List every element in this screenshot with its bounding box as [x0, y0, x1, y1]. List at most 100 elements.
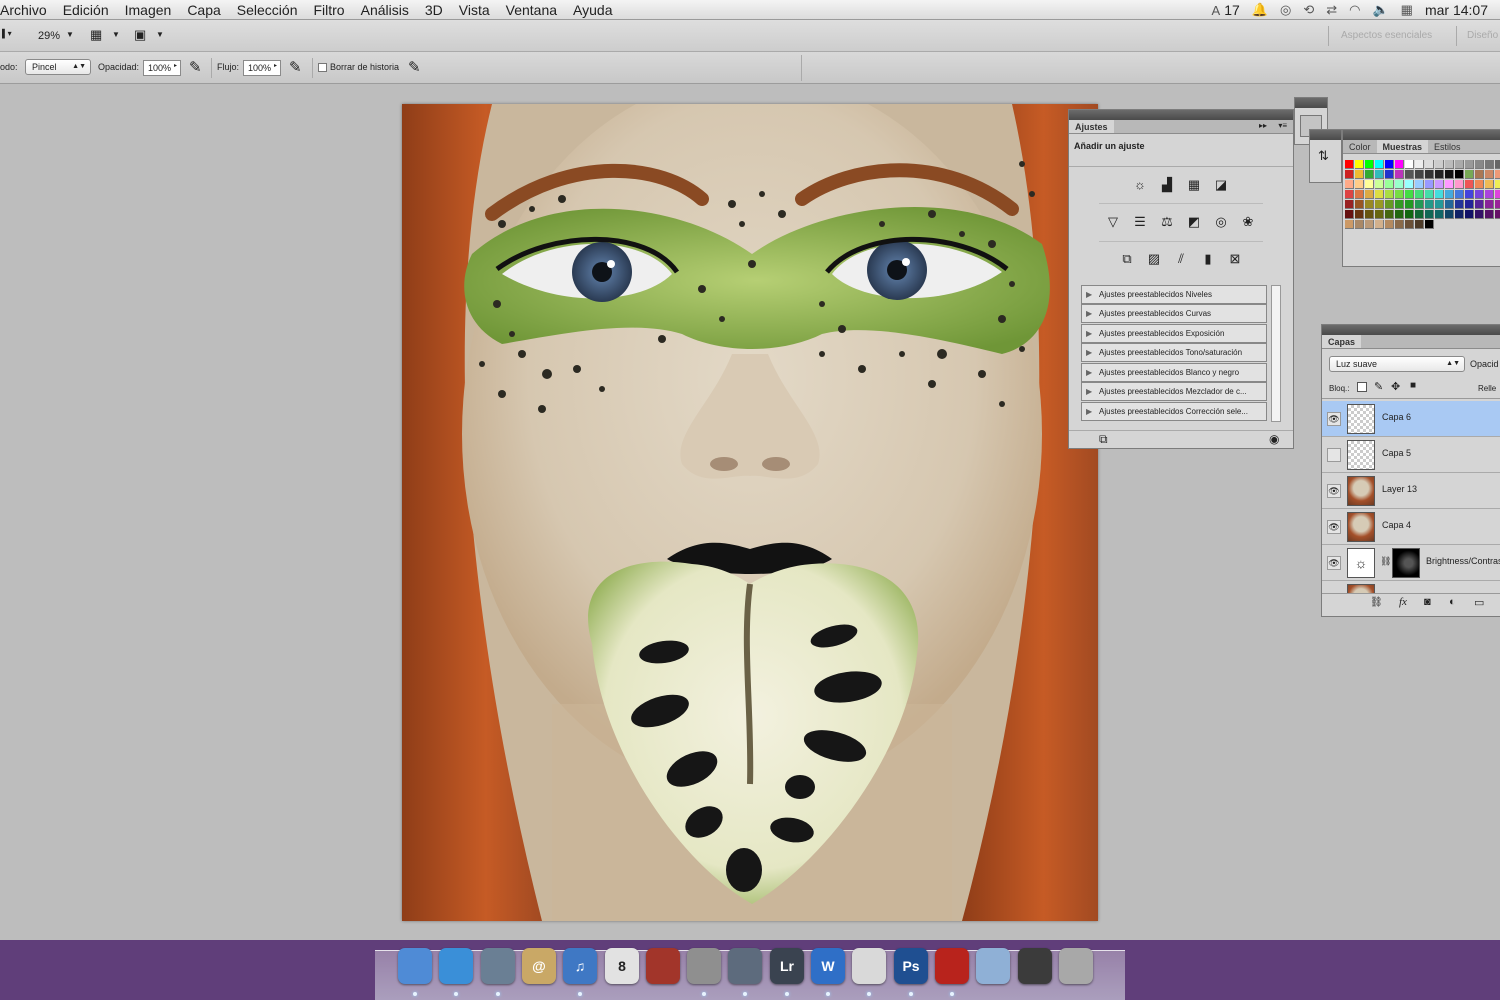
color-swatch[interactable] — [1365, 170, 1374, 179]
color-swatch[interactable] — [1475, 160, 1484, 169]
menu-seleccion[interactable]: Selección — [229, 0, 306, 20]
color-swatch[interactable] — [1385, 200, 1394, 209]
color-swatch[interactable] — [1415, 160, 1424, 169]
color-swatch[interactable] — [1375, 170, 1384, 179]
dock-photoshop-icon[interactable]: Ps — [894, 948, 928, 984]
dock-finder-icon[interactable] — [398, 948, 432, 984]
color-swatch[interactable] — [1365, 210, 1374, 219]
dock-calendar-icon[interactable]: 8 — [605, 948, 639, 984]
color-swatch[interactable] — [1385, 190, 1394, 199]
color-swatch[interactable] — [1445, 170, 1454, 179]
adjustment-mask-icon[interactable]: ◉ — [1269, 432, 1279, 446]
color-swatch[interactable] — [1475, 170, 1484, 179]
menu-analisis[interactable]: Análisis — [353, 0, 417, 20]
eye-icon[interactable]: 👁 — [1327, 484, 1341, 498]
color-swatch[interactable] — [1375, 200, 1384, 209]
color-swatch[interactable] — [1425, 210, 1434, 219]
color-swatch[interactable] — [1385, 170, 1394, 179]
selective-color-icon[interactable]: ⊠ — [1225, 250, 1245, 268]
color-swatch[interactable] — [1455, 190, 1464, 199]
tab-ajustes[interactable]: Ajustes — [1069, 120, 1114, 133]
color-swatch[interactable] — [1445, 180, 1454, 189]
color-swatch[interactable] — [1375, 160, 1384, 169]
tablet-pressure-opacity-icon[interactable]: ✎ — [189, 58, 202, 76]
color-swatch[interactable] — [1475, 190, 1484, 199]
color-swatch[interactable] — [1485, 180, 1494, 189]
color-swatch[interactable] — [1365, 200, 1374, 209]
color-swatch[interactable] — [1435, 170, 1444, 179]
threshold-icon[interactable]: ⫽ — [1171, 250, 1191, 268]
airbrush-icon[interactable]: ✎ — [289, 58, 302, 76]
dock-preview-icon[interactable] — [1018, 948, 1052, 984]
color-swatch[interactable] — [1495, 170, 1500, 179]
menu-ayuda[interactable]: Ayuda — [565, 0, 620, 20]
photo-filter-icon[interactable]: ◎ — [1211, 213, 1231, 231]
arrange-documents-icon[interactable]: ▦ — [90, 27, 102, 43]
gradient-map-icon[interactable]: ▮ — [1198, 250, 1218, 268]
color-swatch[interactable] — [1415, 170, 1424, 179]
layer-row[interactable]: 👁 Layer 13 — [1322, 473, 1500, 509]
dock-safari-icon[interactable] — [439, 948, 473, 984]
color-swatch[interactable] — [1465, 180, 1474, 189]
color-swatch[interactable] — [1395, 190, 1404, 199]
creative-cloud-icon[interactable]: ◎ — [1280, 2, 1291, 18]
color-swatch[interactable] — [1465, 160, 1474, 169]
color-swatch[interactable] — [1395, 180, 1404, 189]
color-swatch[interactable] — [1495, 210, 1500, 219]
preset-channel-mixer[interactable]: Ajustes preestablecidos Mezclador de c..… — [1081, 382, 1267, 401]
color-swatch[interactable] — [1355, 170, 1364, 179]
color-swatch[interactable] — [1385, 160, 1394, 169]
color-swatch[interactable] — [1405, 190, 1414, 199]
dock-chrome-icon[interactable] — [852, 948, 886, 984]
color-swatch[interactable] — [1425, 220, 1434, 229]
color-swatch[interactable] — [1495, 200, 1500, 209]
dock-iphoto-icon[interactable] — [481, 948, 515, 984]
menu-3d[interactable]: 3D — [417, 0, 451, 20]
preset-black-white[interactable]: Ajustes preestablecidos Blanco y negro — [1081, 363, 1267, 382]
dock-acrobat-icon[interactable] — [935, 948, 969, 984]
color-swatch[interactable] — [1355, 180, 1364, 189]
color-swatch[interactable] — [1345, 190, 1354, 199]
posterize-icon[interactable]: ▨ — [1144, 250, 1164, 268]
color-swatch[interactable] — [1365, 190, 1374, 199]
color-swatch[interactable] — [1455, 210, 1464, 219]
adjustments-panel-titlebar[interactable] — [1069, 110, 1293, 120]
color-swatch[interactable] — [1365, 180, 1374, 189]
workspace-design[interactable]: Diseño — [1467, 30, 1498, 41]
dock-word-icon[interactable]: W — [811, 948, 845, 984]
layer-row[interactable]: 👁 ☼ ⛓ Brightness/Contras — [1322, 545, 1500, 581]
screen-mode-icon[interactable]: ▣ — [134, 27, 146, 43]
color-balance-icon[interactable]: ⚖ — [1157, 213, 1177, 231]
menu-edicion[interactable]: Edición — [55, 0, 117, 20]
presets-scrollbar[interactable] — [1271, 285, 1281, 422]
color-swatch[interactable] — [1445, 200, 1454, 209]
arrange-dropdown-icon[interactable]: ▼ — [112, 30, 120, 39]
hue-saturation-icon[interactable]: ☰ — [1130, 213, 1150, 231]
sync-icon[interactable]: ⇄ — [1326, 2, 1337, 18]
collapsed-strip-titlebar[interactable] — [1295, 98, 1327, 108]
color-swatch[interactable] — [1455, 180, 1464, 189]
color-swatch[interactable] — [1375, 210, 1384, 219]
eye-icon[interactable]: 👁 — [1327, 556, 1341, 570]
color-swatch[interactable] — [1415, 210, 1424, 219]
color-swatch[interactable] — [1375, 220, 1384, 229]
color-swatch[interactable] — [1395, 210, 1404, 219]
color-swatch[interactable] — [1485, 170, 1494, 179]
color-swatch[interactable] — [1445, 190, 1454, 199]
tab-capas[interactable]: Capas — [1322, 335, 1362, 348]
lock-transparency-icon[interactable] — [1357, 382, 1367, 392]
panel-menu-icon[interactable]: ▾≡ — [1278, 121, 1287, 130]
dock-documents-icon[interactable] — [976, 948, 1010, 984]
color-swatch[interactable] — [1435, 210, 1444, 219]
vibrance-icon[interactable]: ▽ — [1103, 213, 1123, 231]
color-swatch[interactable] — [1495, 190, 1500, 199]
link-layers-icon[interactable]: ⛓ — [1370, 597, 1383, 608]
color-swatch[interactable] — [1405, 220, 1414, 229]
color-swatch[interactable] — [1485, 210, 1494, 219]
dock-itunes-icon[interactable]: ♫ — [563, 948, 597, 984]
add-mask-icon[interactable]: ◙ — [1424, 596, 1431, 608]
color-swatch[interactable] — [1445, 210, 1454, 219]
notification-icon[interactable]: 🔔 — [1252, 2, 1268, 18]
color-swatch[interactable] — [1485, 190, 1494, 199]
new-adjustment-icon[interactable]: ◐ — [1449, 596, 1456, 608]
